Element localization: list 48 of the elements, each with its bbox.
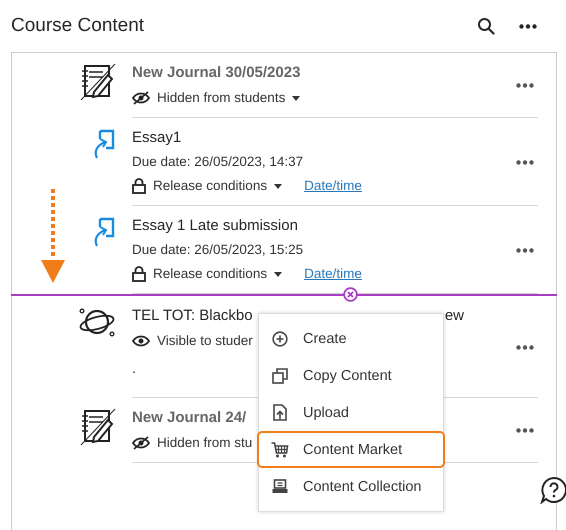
assignment-icon bbox=[92, 216, 116, 248]
item-description: . bbox=[132, 359, 136, 378]
menu-item[interactable]: Content Market bbox=[257, 431, 445, 468]
item-title[interactable]: Essay 1 Late submission bbox=[132, 215, 516, 237]
due-date: Due date: 26/05/2023, 15:25 bbox=[132, 241, 304, 259]
caret-icon bbox=[292, 96, 300, 100]
copy-icon bbox=[271, 368, 289, 384]
more-icon[interactable] bbox=[516, 248, 534, 252]
item-title[interactable]: ew bbox=[444, 305, 464, 327]
more-icon[interactable] bbox=[516, 428, 534, 433]
close-icon[interactable] bbox=[343, 287, 358, 302]
eye-slash-icon bbox=[132, 91, 150, 105]
cart-icon bbox=[271, 442, 289, 458]
caret-icon bbox=[274, 184, 282, 188]
help-icon[interactable] bbox=[540, 476, 566, 504]
status-dropdown[interactable]: Release conditions bbox=[132, 263, 282, 285]
status-dropdown[interactable]: Hidden from stu bbox=[132, 432, 252, 454]
date-time-link[interactable]: Date/time bbox=[304, 263, 362, 285]
eye-slash-icon bbox=[132, 436, 150, 450]
more-icon[interactable] bbox=[516, 160, 534, 164]
journal-icon bbox=[80, 408, 116, 446]
status-dropdown[interactable]: Hidden from students bbox=[132, 87, 300, 109]
menu-item[interactable]: Copy Content bbox=[257, 357, 445, 394]
status-dropdown[interactable]: Visible to studer bbox=[132, 330, 253, 352]
more-icon[interactable] bbox=[516, 83, 534, 88]
planet-icon bbox=[78, 306, 116, 338]
assignment-icon bbox=[92, 128, 116, 160]
lock-icon bbox=[132, 178, 146, 194]
menu-item[interactable]: Content Collection bbox=[257, 468, 445, 505]
journal-icon bbox=[80, 63, 116, 101]
menu-item[interactable]: Upload bbox=[257, 394, 445, 431]
due-date: Due date: 26/05/2023, 14:37 bbox=[132, 153, 304, 171]
page-title: Course Content bbox=[11, 15, 144, 37]
status-dropdown[interactable]: Release conditions bbox=[132, 175, 282, 197]
item-title[interactable]: New Journal 30/05/2023 bbox=[132, 62, 516, 84]
upload-icon bbox=[271, 404, 289, 421]
item-title[interactable]: Essay1 bbox=[132, 127, 516, 149]
lock-icon bbox=[132, 266, 146, 282]
plus-icon bbox=[271, 330, 289, 346]
date-time-link[interactable]: Date/time bbox=[304, 175, 362, 197]
more-icon[interactable] bbox=[516, 344, 534, 350]
caret-icon bbox=[274, 272, 282, 276]
more-icon[interactable] bbox=[519, 24, 537, 28]
item-title[interactable]: TEL TOT: Blackbo bbox=[132, 305, 253, 327]
search-icon[interactable] bbox=[477, 17, 495, 35]
menu-item[interactable]: Create bbox=[257, 320, 445, 357]
eye-icon bbox=[132, 335, 150, 347]
collection-icon bbox=[271, 479, 289, 494]
